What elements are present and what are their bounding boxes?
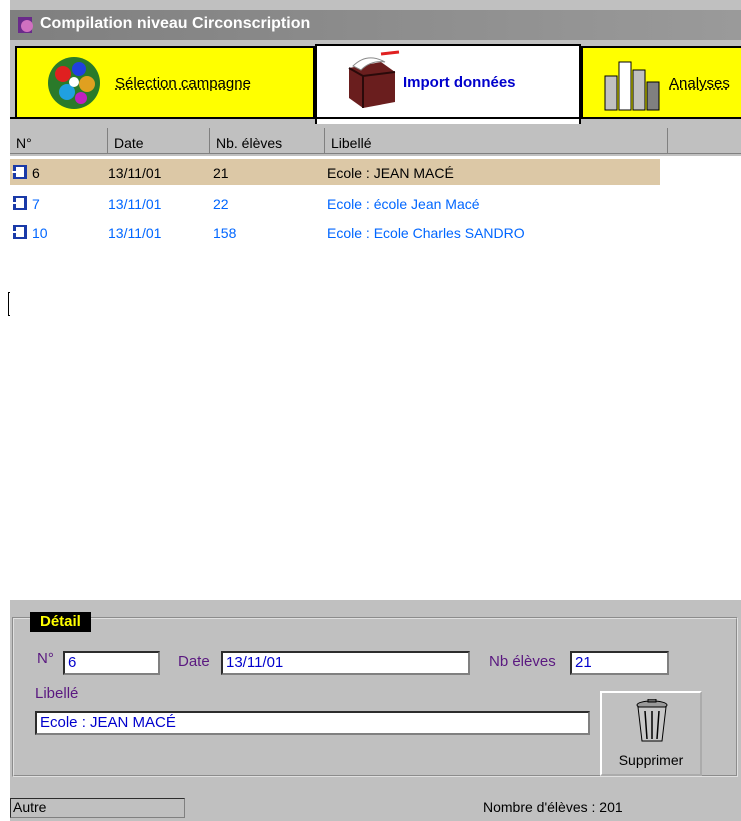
- record-icon: [12, 225, 27, 239]
- cell-libelle: Ecole : école Jean Macé: [327, 196, 480, 212]
- cell-num: 10: [32, 225, 48, 241]
- nb-eleves-label: Nb élèves: [489, 653, 556, 670]
- cell-libelle: Ecole : Ecole Charles SANDRO: [327, 225, 525, 241]
- detail-title: Détail: [30, 612, 91, 632]
- tab-analyses[interactable]: Analyses: [581, 46, 741, 118]
- imports-table[interactable]: N° Date Nb. élèves Libellé 6 13/11/01 21…: [10, 128, 741, 600]
- date-label: Date: [178, 653, 210, 670]
- column-header-libelle[interactable]: Libellé: [325, 128, 668, 154]
- table-row[interactable]: 10 13/11/01 158 Ecole : Ecole Charles SA…: [10, 219, 660, 245]
- cell-date: 13/11/01: [108, 225, 162, 241]
- table-row[interactable]: 6 13/11/01 21 Ecole : JEAN MACÉ: [10, 159, 660, 185]
- table-header: N° Date Nb. élèves Libellé: [10, 128, 741, 156]
- tab-label: Analyses: [669, 75, 730, 92]
- cell-nb-eleves: 22: [213, 196, 229, 212]
- libelle-field[interactable]: Ecole : JEAN MACÉ: [35, 711, 590, 735]
- tab-selection-campagne[interactable]: Sélection campagne: [15, 46, 315, 118]
- tab-label: Sélection campagne: [115, 75, 251, 92]
- num-label: N°: [37, 650, 54, 667]
- box-import-icon: [348, 50, 400, 108]
- column-header-num[interactable]: N°: [10, 128, 108, 154]
- title-bar[interactable]: Compilation niveau Circonscription: [10, 10, 741, 40]
- record-icon: [12, 196, 27, 210]
- delete-button[interactable]: Supprimer: [600, 691, 702, 776]
- cell-date: 13/11/01: [108, 165, 162, 181]
- cell-nb-eleves: 158: [213, 225, 237, 241]
- molecule-icon: [48, 57, 100, 109]
- status-bar: Autre Nombre d'élèves : 201: [10, 796, 741, 820]
- nb-eleves-field[interactable]: 21: [570, 651, 669, 675]
- date-field[interactable]: 13/11/01: [221, 651, 470, 675]
- bar-chart-icon: [604, 61, 660, 111]
- cell-num: 7: [32, 196, 40, 212]
- num-field[interactable]: 6: [63, 651, 160, 675]
- window-title: Compilation niveau Circonscription: [40, 15, 311, 32]
- tab-import-donnees[interactable]: Import données: [315, 44, 581, 124]
- column-header-filler: [668, 128, 741, 154]
- cell-nb-eleves: 21: [213, 165, 229, 181]
- cell-num: 6: [32, 165, 40, 181]
- libelle-label: Libellé: [35, 685, 79, 702]
- column-header-date[interactable]: Date: [108, 128, 210, 154]
- tab-label: Import données: [403, 74, 516, 91]
- tab-divider: [10, 117, 741, 119]
- cell-libelle: Ecole : JEAN MACÉ: [327, 165, 454, 181]
- status-left: Autre: [10, 798, 185, 818]
- trash-icon: [636, 699, 668, 742]
- table-row[interactable]: 7 13/11/01 22 Ecole : école Jean Macé: [10, 190, 660, 216]
- record-icon: [12, 165, 27, 179]
- cell-date: 13/11/01: [108, 196, 162, 212]
- status-total-eleves: Nombre d'élèves : 201: [483, 799, 623, 815]
- delete-button-label: Supprimer: [618, 752, 684, 768]
- column-header-nb-eleves[interactable]: Nb. élèves: [210, 128, 325, 154]
- app-icon: [18, 17, 33, 33]
